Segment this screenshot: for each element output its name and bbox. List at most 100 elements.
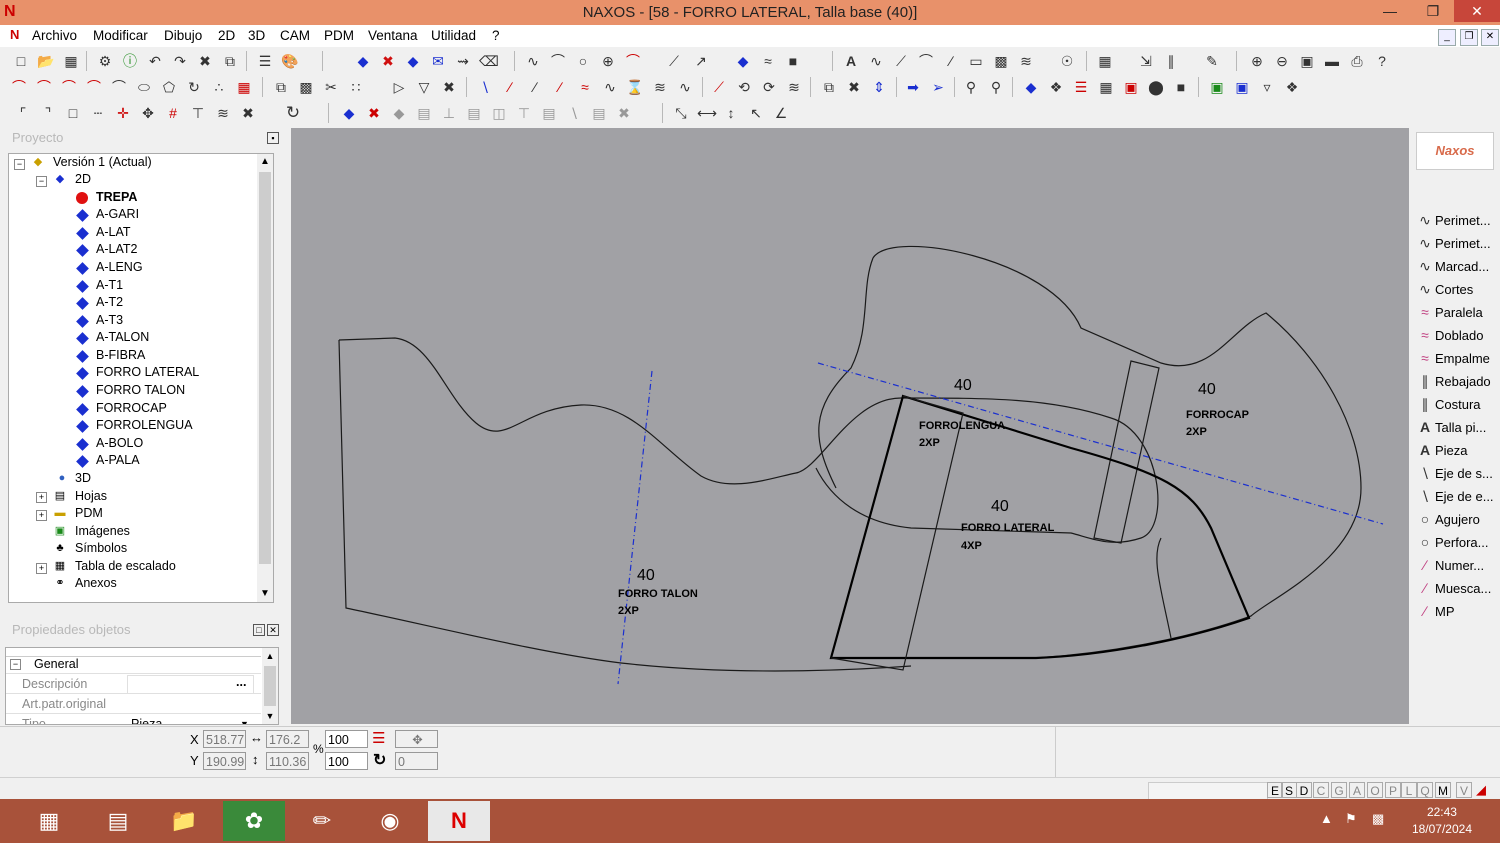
- delete-icon[interactable]: ✖: [196, 52, 214, 70]
- menu-help[interactable]: ?: [492, 28, 500, 43]
- chevron-down-icon[interactable]: ▼: [240, 714, 249, 724]
- zoom-out-icon[interactable]: ⊖: [1273, 52, 1291, 70]
- pencil-app-icon[interactable]: ✏: [291, 801, 353, 841]
- measure-icon[interactable]: ▬: [1323, 52, 1341, 70]
- zoom-in-icon[interactable]: ⊕: [1248, 52, 1266, 70]
- palette-eje-escalado[interactable]: ∖ Eje de e...: [1415, 485, 1499, 507]
- shape-icon[interactable]: ■: [1172, 78, 1190, 96]
- toggle-a[interactable]: A: [1349, 782, 1365, 798]
- width-field[interactable]: 176.2: [266, 730, 309, 748]
- tree-item-piece[interactable]: FORROCAP: [96, 400, 167, 417]
- dimension-h-icon[interactable]: ⟷: [697, 104, 717, 122]
- tree-collapse-toggle[interactable]: −: [36, 176, 47, 187]
- scale-y-field[interactable]: 100: [325, 752, 368, 770]
- pin-icon[interactable]: ☉: [1058, 52, 1076, 70]
- tree-item-piece[interactable]: FORRO TALON: [96, 382, 185, 399]
- transform-icon[interactable]: ✖: [440, 78, 458, 96]
- page-icon[interactable]: □: [64, 104, 82, 122]
- palette-perimetro-1[interactable]: ∿ Perimet...: [1415, 209, 1499, 231]
- scroll-up-icon[interactable]: ▲: [262, 651, 278, 661]
- toggle-l[interactable]: L: [1401, 782, 1417, 798]
- circle-icon[interactable]: ○: [574, 52, 592, 70]
- diamond-icon[interactable]: ◆: [404, 52, 422, 70]
- ellipsis-button[interactable]: ...: [236, 672, 246, 692]
- tree-item-piece[interactable]: A-T1: [96, 277, 123, 294]
- scroll-down-icon[interactable]: ▼: [257, 586, 273, 602]
- rotate-icon[interactable]: ↻: [373, 750, 386, 770]
- drawing-canvas[interactable]: 40 FORRO TALON 2XP 40 FORROLENGUA 2XP 40…: [291, 128, 1409, 724]
- tree-item-pdm[interactable]: PDM: [75, 505, 103, 522]
- angle-icon[interactable]: ↖: [747, 104, 765, 122]
- palette-numeracion[interactable]: ∕ Numer...: [1415, 554, 1499, 576]
- cut-line-icon[interactable]: ∕: [551, 78, 569, 96]
- tree-item-tabla-escalado[interactable]: Tabla de escalado: [75, 558, 176, 575]
- open-folder-icon[interactable]: 📂: [37, 52, 55, 70]
- dash-line-icon[interactable]: ┄: [89, 104, 107, 122]
- toggle-o[interactable]: O: [1367, 782, 1383, 798]
- grid-tool-icon[interactable]: ✥: [395, 730, 438, 748]
- tree-item-imagenes[interactable]: Imágenes: [75, 523, 130, 540]
- arc-tool-3-icon[interactable]: ⌒: [60, 78, 78, 96]
- description-field[interactable]: [127, 675, 254, 694]
- menu-pdm[interactable]: PDM: [324, 28, 354, 43]
- new-file-icon[interactable]: □: [12, 52, 30, 70]
- chrome-icon[interactable]: ◉: [359, 801, 421, 841]
- toggle-c[interactable]: C: [1313, 782, 1329, 798]
- gray-tool-7-icon[interactable]: ▤: [540, 104, 558, 122]
- save-icon[interactable]: ▦: [62, 52, 80, 70]
- smooth-icon[interactable]: ≋: [651, 78, 669, 96]
- toggle-q[interactable]: Q: [1417, 782, 1433, 798]
- shoe-icon[interactable]: ▿: [1258, 78, 1276, 96]
- move-vertical-icon[interactable]: ⇕: [870, 78, 888, 96]
- select-piece-icon[interactable]: ◆: [354, 52, 372, 70]
- settings-icon[interactable]: ⚙: [96, 52, 114, 70]
- window-icon[interactable]: ▣: [1122, 78, 1140, 96]
- arrow-in-icon[interactable]: ➡: [904, 78, 922, 96]
- height-field[interactable]: 110.36: [266, 752, 309, 770]
- copy-2-icon[interactable]: ⧉: [272, 78, 290, 96]
- stretch-icon[interactable]: ≋: [214, 104, 232, 122]
- tree-item-3d[interactable]: 3D: [75, 470, 91, 487]
- palette-pieza[interactable]: A Pieza: [1415, 439, 1499, 461]
- tray-chevron-up-icon[interactable]: ▲: [1320, 811, 1333, 826]
- gray-tool-3-icon[interactable]: ⊥: [440, 104, 458, 122]
- palette-icon[interactable]: 🎨: [281, 52, 299, 70]
- nodes-icon[interactable]: ∷: [347, 78, 365, 96]
- tree-item-piece[interactable]: A-PALA: [96, 452, 140, 469]
- naxos-cad-icon[interactable]: ✿: [223, 801, 285, 841]
- duplicate-icon[interactable]: ⧉: [820, 78, 838, 96]
- scroll-down-icon[interactable]: ▼: [262, 711, 278, 721]
- tree-collapse-toggle[interactable]: −: [14, 159, 25, 170]
- template-icon[interactable]: ▦: [1096, 52, 1114, 70]
- palette-rebajado[interactable]: ∥ Rebajado: [1415, 370, 1499, 392]
- gray-tool-10-icon[interactable]: ✖: [615, 104, 633, 122]
- piece-icon[interactable]: ◆: [1022, 78, 1040, 96]
- mdi-restore-button[interactable]: ❐: [1460, 29, 1478, 46]
- square-icon[interactable]: ■: [784, 52, 802, 70]
- stack-icon[interactable]: ❖: [1283, 78, 1301, 96]
- nest-icon[interactable]: ▦: [1097, 78, 1115, 96]
- palette-perimetro-2[interactable]: ∿ Perimet...: [1415, 232, 1499, 254]
- arc-tool-1-icon[interactable]: ⌒: [10, 78, 28, 96]
- dimension-v-icon[interactable]: ↕: [722, 104, 740, 122]
- section-general[interactable]: − General: [6, 654, 261, 674]
- toggle-v[interactable]: V: [1456, 782, 1472, 798]
- calculator-icon[interactable]: ▦: [18, 801, 80, 841]
- search-icon[interactable]: ⚲: [962, 78, 980, 96]
- props-scrollbar[interactable]: ▲ ▼: [262, 648, 278, 724]
- copy-icon[interactable]: ⧉: [221, 52, 239, 70]
- tree-item-anexos[interactable]: Anexos: [75, 575, 117, 592]
- panel-close-button[interactable]: ✕: [267, 624, 279, 636]
- insert-icon[interactable]: ⊤: [189, 104, 207, 122]
- mirror-icon[interactable]: ▷: [390, 78, 408, 96]
- menu-utilidad[interactable]: Utilidad: [431, 28, 476, 43]
- pin-red-icon[interactable]: ⟋: [710, 78, 728, 96]
- panel-float-button[interactable]: □: [253, 624, 265, 636]
- collapse-toggle[interactable]: −: [10, 659, 21, 670]
- toggle-s[interactable]: S: [1281, 782, 1297, 798]
- palette-agujero[interactable]: ○ Agujero: [1415, 508, 1499, 530]
- pieces-icon[interactable]: ❖: [1047, 78, 1065, 96]
- node-icon[interactable]: ↗: [692, 52, 710, 70]
- naxos-active-icon[interactable]: N: [428, 801, 490, 841]
- arc-red-icon[interactable]: ⌒: [624, 52, 642, 70]
